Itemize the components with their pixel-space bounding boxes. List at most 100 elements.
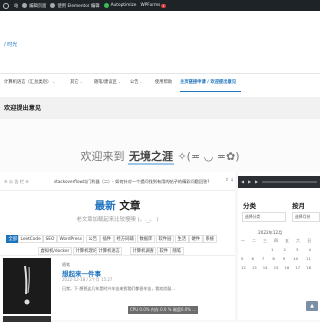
admin-bar-autoptimize[interactable]: Autoptimize	[103, 3, 136, 8]
nav-item-label: 主页链接申请 / 欢迎提出意见	[180, 80, 237, 85]
posts-divider	[0, 255, 235, 256]
tag-filter[interactable]: 生活	[175, 235, 189, 243]
chevron-down-icon: ⌄	[52, 80, 56, 84]
calendar-cell: 五	[285, 238, 289, 243]
autoptimize-status-icon	[103, 3, 109, 8]
latest-heading-blue: 最新	[94, 200, 116, 212]
site-name-highlight: 无境之涯	[127, 150, 174, 165]
welcome-heading: 欢迎来到 无境之涯 ✧(≖ ◡ ≖✿)	[0, 148, 320, 165]
tag-filter[interactable]: 虚拟机/docker	[38, 247, 72, 255]
elementor-label: 使用 Elementor 编辑	[57, 3, 100, 9]
wpforms-label: WPForms	[140, 3, 161, 8]
post-thumbnail[interactable]	[3, 316, 51, 322]
calendar-day: 11	[306, 256, 311, 261]
back-to-top-button[interactable]: ▲	[306, 301, 318, 311]
play-icon[interactable]: ▶	[248, 179, 253, 184]
nav-item-label: 随笔/建议区	[94, 80, 117, 85]
calendar-day: 1	[271, 247, 274, 252]
sidebar	[238, 172, 320, 320]
chevron-down-icon: ⌄	[79, 80, 83, 84]
calendar-cell: 二	[252, 238, 256, 243]
tag-filter[interactable]: 随笔	[170, 247, 184, 255]
page-title-bar	[0, 97, 320, 119]
server-stats: CPU 0.0% 内存 0.0 % 磁盘0.0% ...	[128, 306, 199, 314]
wpforms-badge: 1	[161, 3, 166, 8]
nav-item-label: 使用帮助	[155, 80, 173, 85]
nav-item-announcements[interactable]: 公告⌄	[130, 79, 143, 85]
calendar-header-row: 一二三四五六日	[241, 238, 311, 244]
tag-filter[interactable]: WordPress	[57, 235, 85, 243]
site-header	[0, 11, 320, 75]
calendar-day: 12	[241, 265, 246, 270]
tag-filter[interactable]: 计算机调查	[130, 247, 157, 255]
nav-item-other[interactable]: 其它⌄	[70, 79, 83, 85]
admin-bar-edit-page[interactable]: 编辑页面	[22, 3, 46, 9]
calendar-day: 15	[273, 265, 279, 270]
announcement-link[interactable]: stackoverflow均门利器（二）- 如何针对一个提问找到有用的帖子的精彩…	[54, 179, 209, 185]
category-select[interactable]: 选择分类	[242, 212, 286, 222]
tag-filter[interactable]: 经方同辅	[114, 235, 137, 243]
calendar-day: 13	[251, 265, 257, 270]
category-select-value: 选择分类	[245, 214, 261, 219]
latest-heading-black: 文章	[119, 200, 141, 212]
wordpress-logo-icon[interactable]	[3, 2, 9, 9]
nav-item-essays[interactable]: 随笔/建议区⌄	[94, 79, 121, 85]
nav-item-languages[interactable]: 计算机语言（汇总类别）⌄	[4, 79, 55, 85]
calendar-week-row: 1 2 3 4	[241, 247, 311, 252]
calendar-caption: 2022年12月	[258, 230, 283, 235]
calendar-cell: 三	[263, 238, 267, 243]
calendar-week-row: 12 13 14 15 16 17 18	[241, 265, 311, 270]
arrow-up-icon: ▲	[310, 303, 314, 309]
tag-filter[interactable]: SEO	[43, 235, 57, 243]
nav-item-label: 其它	[70, 80, 79, 85]
calendar-day: 6	[251, 256, 254, 261]
announcement-nav-icon[interactable]: ⇧ ↓	[225, 178, 234, 183]
nav-item-label: 计算机语言（汇总类别）	[4, 80, 52, 85]
tag-filter[interactable]: 软件园	[156, 235, 174, 243]
announcement-label: ≡ 公 告 栏 ≡	[4, 179, 29, 184]
nav-item-help[interactable]: 使用帮助	[155, 79, 172, 85]
calendar-day: 10	[293, 256, 299, 261]
tag-filter[interactable]: LeetCode	[18, 235, 44, 243]
tag-filter[interactable]: 硬件	[189, 235, 203, 243]
calendar-week-row: 5 6 7 8 9 10 11	[241, 256, 311, 261]
admin-bar-wpforms[interactable]: WPForms 1	[140, 3, 166, 8]
tag-filter[interactable]: 插件	[100, 235, 114, 243]
edit-icon	[22, 3, 28, 8]
archive-heading: 按月	[292, 202, 305, 210]
admin-bar-site-label: 站	[14, 3, 19, 9]
site-title[interactable]: / 时光	[4, 41, 17, 48]
latest-posts-heading: 最新 文章	[0, 198, 235, 213]
exclamation-doodle-icon	[24, 265, 30, 305]
tag-filter[interactable]: 软件	[157, 247, 171, 255]
calendar-day: 4	[308, 247, 311, 252]
post-thumbnail[interactable]	[3, 258, 51, 314]
calendar-day: 8	[272, 256, 275, 261]
archive-select[interactable]: 选择月份	[292, 212, 320, 222]
nav-item-label: 公告	[130, 80, 139, 85]
tag-filter[interactable]: 数据库	[137, 235, 155, 243]
calendar-day: 9	[282, 256, 286, 261]
next-icon[interactable]: ▶	[255, 179, 260, 184]
prev-icon[interactable]: ◀	[241, 179, 246, 184]
calendar-day: 17	[295, 265, 301, 270]
main-navigation	[0, 74, 320, 97]
welcome-prefix: 欢迎来到	[80, 150, 125, 163]
calendar-day: 16	[284, 265, 290, 270]
chevron-down-icon: ⌄	[139, 80, 143, 84]
page-title: 欢迎提出意见	[4, 105, 42, 112]
calendar-cell: 六	[296, 238, 300, 243]
tag-filter[interactable]: 公告	[86, 235, 100, 243]
edit-page-label: 编辑页面	[29, 3, 47, 9]
calendar-cell: 一	[241, 238, 245, 243]
admin-bar-elementor[interactable]: 使用 Elementor 编辑	[50, 3, 100, 9]
calendar-day: 3	[296, 247, 299, 252]
active-nav-indicator	[180, 91, 241, 92]
tag-filter[interactable]: 系统	[203, 235, 217, 243]
admin-bar: 站 编辑页面 使用 Elementor 编辑 Autoptimize WPFor…	[0, 0, 320, 11]
calendar-day: 14	[262, 265, 268, 270]
player-progress-track[interactable]	[262, 181, 317, 183]
nav-item-feedback[interactable]: 主页链接申请 / 欢迎提出意见	[180, 79, 236, 85]
admin-bar-site[interactable]: 站	[14, 3, 18, 9]
tag-filter[interactable]: 计算机语言	[96, 247, 123, 255]
